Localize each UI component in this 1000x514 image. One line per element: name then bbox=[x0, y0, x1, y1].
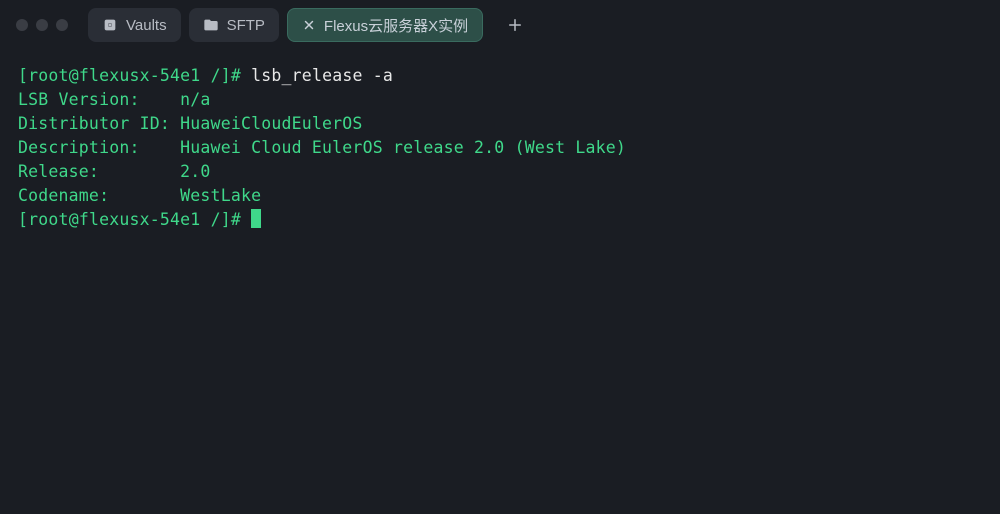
command-text: lsb_release -a bbox=[251, 66, 393, 85]
maximize-window-button[interactable] bbox=[56, 19, 68, 31]
new-tab-button[interactable] bbox=[501, 11, 529, 39]
prompt-line: [root@flexusx-54e1 /]# lsb_release -a bbox=[18, 64, 982, 88]
cursor bbox=[251, 209, 261, 228]
output-line: Codename: WestLake bbox=[18, 184, 982, 208]
tab-label: Flexus云服务器X实例 bbox=[324, 15, 468, 36]
output-line: LSB Version: n/a bbox=[18, 88, 982, 112]
window-controls bbox=[16, 19, 68, 31]
close-window-button[interactable] bbox=[16, 19, 28, 31]
output-line: Distributor ID: HuaweiCloudEulerOS bbox=[18, 112, 982, 136]
folder-icon bbox=[203, 17, 219, 33]
terminal-output[interactable]: [root@flexusx-54e1 /]# lsb_release -a LS… bbox=[0, 50, 1000, 245]
output-line: Release: 2.0 bbox=[18, 160, 982, 184]
tab-label: SFTP bbox=[227, 17, 265, 34]
output-line: Description: Huawei Cloud EulerOS releas… bbox=[18, 136, 982, 160]
tab-vaults[interactable]: Vaults bbox=[88, 8, 181, 42]
tab-flexus-server[interactable]: Flexus云服务器X实例 bbox=[287, 8, 483, 42]
minimize-window-button[interactable] bbox=[36, 19, 48, 31]
vaults-icon bbox=[102, 17, 118, 33]
tab-label: Vaults bbox=[126, 17, 167, 34]
titlebar: Vaults SFTP Flexus云服务器X实例 bbox=[0, 0, 1000, 50]
tab-sftp[interactable]: SFTP bbox=[189, 8, 279, 42]
close-icon[interactable] bbox=[302, 18, 316, 32]
prompt-line: [root@flexusx-54e1 /]# bbox=[18, 208, 982, 232]
